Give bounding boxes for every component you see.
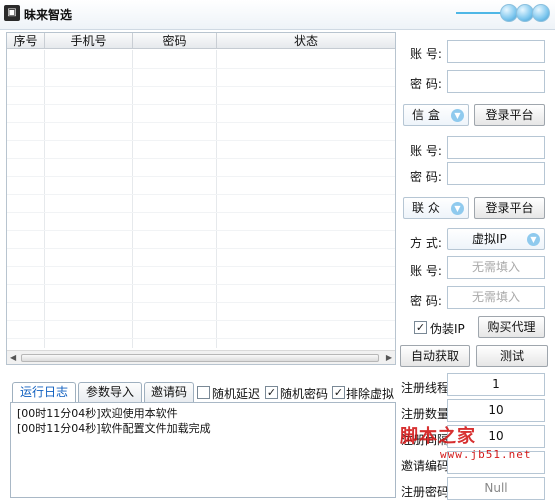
watermark-url: www.jb51.net [440, 448, 532, 461]
exclude-virtual-label: 排除虚拟 [346, 387, 395, 401]
captcha-platform-select[interactable]: 联 众 ▼ [403, 197, 469, 219]
register-count-label: 注册数量 [401, 407, 450, 421]
close-button[interactable] [532, 4, 550, 22]
mail-account-input[interactable] [447, 136, 545, 159]
password-label: 密 码: [410, 77, 442, 91]
column-header-password[interactable]: 密码 [133, 33, 217, 48]
fake-ip-checkbox[interactable]: ✓ [414, 321, 427, 334]
proxy-mode-select[interactable]: 虚拟IP ▼ [447, 228, 545, 250]
column-header-index[interactable]: 序号 [7, 33, 45, 48]
auto-fetch-button[interactable]: 自动获取 [400, 345, 470, 367]
grid-column-line [7, 50, 45, 348]
tab-invite-code[interactable]: 邀请码 [144, 382, 194, 402]
proxy-mode-label: 方 式: [410, 236, 442, 250]
register-threads-input[interactable]: 1 [447, 373, 545, 396]
grid-row-line [7, 338, 395, 339]
title-bar[interactable]: ▣ 昧来智选 [0, 0, 555, 30]
run-log-panel[interactable]: [00时11分04秒]欢迎使用本软件 [00时11分04秒]软件配置文件加载完成 [10, 402, 396, 498]
accounts-grid[interactable]: 序号 手机号 密码 状态 ◀ ▶ [6, 32, 396, 365]
chevron-down-icon: ▼ [527, 233, 540, 246]
app-logo-icon: ▣ [4, 5, 20, 21]
captcha-login-button[interactable]: 登录平台 [474, 197, 545, 219]
proxy-account-input[interactable]: 无需填入 [447, 256, 545, 279]
chevron-down-icon: ▼ [451, 109, 464, 122]
title-decoration [456, 12, 506, 14]
grid-row-line [7, 230, 395, 231]
proxy-password-label: 密 码: [410, 294, 442, 308]
mail-password-label: 密 码: [410, 170, 442, 184]
account-input[interactable] [447, 40, 545, 63]
grid-row-line [7, 68, 395, 69]
grid-row-line [7, 194, 395, 195]
register-password-input[interactable]: Null [447, 477, 545, 500]
mail-password-input[interactable] [447, 162, 545, 185]
grid-row-line [7, 176, 395, 177]
register-count-input[interactable]: 10 [447, 399, 545, 422]
window-title: 昧来智选 [24, 8, 73, 22]
column-header-status[interactable]: 状态 [217, 33, 395, 48]
scroll-right-icon[interactable]: ▶ [386, 353, 392, 362]
grid-row-line [7, 86, 395, 87]
exclude-virtual-checkbox[interactable]: ✓ [332, 386, 345, 399]
grid-row-line [7, 248, 395, 249]
tab-run-log[interactable]: 运行日志 [12, 382, 76, 403]
random-password-checkbox[interactable]: ✓ [265, 386, 278, 399]
grid-column-line [45, 50, 133, 348]
grid-row-line [7, 140, 395, 141]
mail-login-button[interactable]: 登录平台 [474, 104, 545, 126]
watermark-text: 脚本之家 [400, 426, 476, 447]
random-delay-label: 随机延迟 [212, 387, 261, 401]
proxy-password-input[interactable]: 无需填入 [447, 286, 545, 309]
horizontal-scrollbar[interactable]: ◀ ▶ [7, 350, 395, 364]
grid-body[interactable] [7, 50, 395, 348]
buy-proxy-button[interactable]: 购买代理 [478, 316, 545, 338]
grid-row-line [7, 320, 395, 321]
grid-row-line [7, 158, 395, 159]
log-line: [00时11分04秒]软件配置文件加载完成 [17, 422, 211, 435]
test-button[interactable]: 测试 [476, 345, 548, 367]
column-header-phone[interactable]: 手机号 [45, 33, 133, 48]
register-threads-label: 注册线程 [401, 381, 450, 395]
grid-row-line [7, 104, 395, 105]
log-line: [00时11分04秒]欢迎使用本软件 [17, 407, 178, 420]
grid-row-line [7, 122, 395, 123]
account-label: 账 号: [410, 47, 442, 61]
mail-platform-value: 信 盒 [412, 108, 440, 122]
grid-row-line [7, 266, 395, 267]
proxy-account-label: 账 号: [410, 264, 442, 278]
grid-row-line [7, 302, 395, 303]
mail-account-label: 账 号: [410, 144, 442, 158]
scroll-left-icon[interactable]: ◀ [10, 353, 16, 362]
grid-column-line [133, 50, 217, 348]
grid-header: 序号 手机号 密码 状态 [7, 33, 395, 49]
scrollbar-thumb[interactable] [21, 354, 379, 362]
chevron-down-icon: ▼ [451, 202, 464, 215]
proxy-mode-value: 虚拟IP [472, 232, 507, 246]
grid-row-line [7, 284, 395, 285]
tab-param-import[interactable]: 参数导入 [78, 382, 142, 402]
grid-row-line [7, 212, 395, 213]
captcha-platform-value: 联 众 [412, 201, 440, 215]
register-password-label: 注册密码 [401, 485, 450, 499]
random-delay-checkbox[interactable] [197, 386, 210, 399]
password-input[interactable] [447, 70, 545, 93]
random-password-label: 随机密码 [280, 387, 329, 401]
fake-ip-label: 伪装IP [430, 322, 465, 336]
mail-platform-select[interactable]: 信 盒 ▼ [403, 104, 469, 126]
